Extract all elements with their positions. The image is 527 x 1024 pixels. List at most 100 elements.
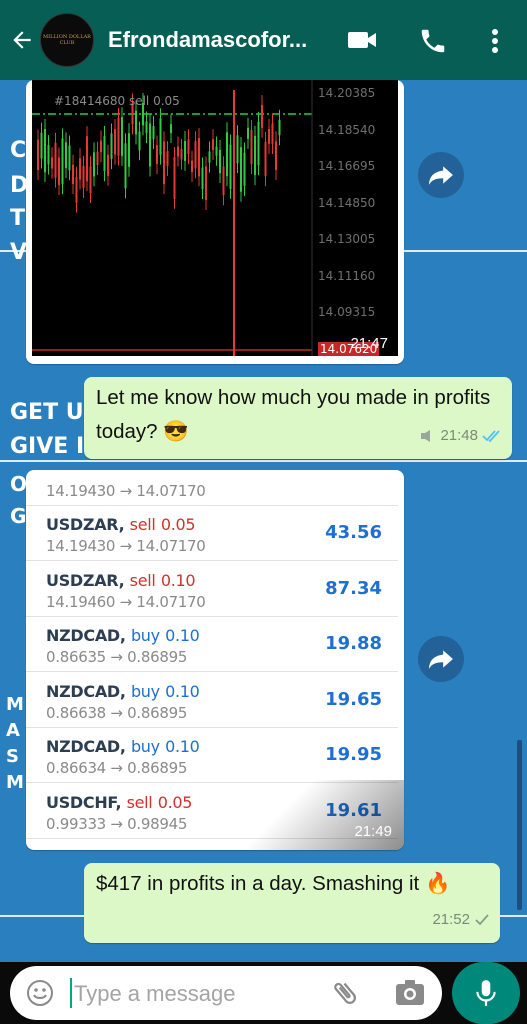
trade-prices: 0.99333 → 0.98945 [46,814,188,833]
chart-image-message[interactable]: #18414680 sell 0.05 14.20385 14.18540 14.1… [26,80,404,364]
message-time: 21:48 [440,427,478,444]
single-check-icon [475,914,489,926]
message-time: 21:52 [432,911,470,928]
candle-body [180,148,183,160]
trade-row: USDZAR, sell 0.05 14.19430 → 14.07170 43.5… [26,505,398,561]
contact-name[interactable]: Efrondamascofor... [108,27,336,53]
trade-row: USDZAR, sell 0.10 14.19460 → 14.07170 87.3… [26,561,398,617]
candle-body [149,123,151,167]
trade-prices: 14.19430 → 14.07170 [46,482,206,500]
scrollbar[interactable] [517,740,522,910]
candle-body [100,140,102,153]
price-level-label: 14.14850 [318,195,376,210]
candle-body [68,145,71,171]
trades-image-message[interactable]: 14.19430 → 14.0717043.56USDZAR, sell 0.0… [26,470,404,850]
text-cursor [70,978,72,1008]
candle-body [107,154,109,176]
candle-body [159,118,162,155]
candle-body [121,117,123,156]
candle-body [201,167,204,190]
forward-button[interactable] [418,152,464,198]
candle-body [82,165,85,188]
avatar-logo-text: MILLION DOLLAR CLUB [43,34,91,46]
candle-body [156,145,158,165]
candle-body [72,164,74,185]
trade-symbol: NZDCAD, [46,737,126,756]
candle-body [58,157,60,186]
candle-body [86,136,88,182]
video-call-icon [348,32,376,48]
background-letter: M [6,694,24,715]
camera-icon[interactable] [394,978,426,1008]
price-level-label: 14.20385 [318,86,376,100]
background-divider [0,460,527,462]
candle-body [145,121,148,134]
candle-body [110,133,113,160]
candle-body [247,127,249,139]
trade-profit: 19.88 [325,633,382,654]
candle-body [236,135,239,164]
candle-body [75,176,78,203]
candle-body [47,145,50,165]
voice-call-button[interactable] [418,26,448,61]
voice-record-button[interactable] [452,962,520,1024]
speaker-icon [421,430,431,442]
background-letter: T [10,206,26,231]
avatar[interactable]: MILLION DOLLAR CLUB [40,13,94,67]
candle-body [229,144,232,189]
outgoing-message[interactable]: Let me know how much you made in profits… [84,377,512,459]
candle-body [212,139,214,151]
trade-side: sell [126,792,153,812]
trade-lots: 0.05 [157,792,193,812]
more-options-icon [492,29,498,53]
trade-symbol: USDZAR, [46,570,125,590]
trade-profit: 43.56 [325,522,382,543]
message-meta: 21:48 [420,419,502,453]
candle-body [177,146,179,157]
emoji-icon[interactable] [26,979,54,1007]
candle-body [170,124,172,134]
forward-button[interactable] [418,636,464,682]
forward-icon [429,650,453,669]
candle-body [93,152,95,177]
candle-body [264,141,267,177]
trade-side: buy [130,626,160,645]
candle-body [205,166,207,201]
candle-body [51,157,53,169]
trade-symbol: NZDCAD, [46,626,126,645]
candle-body [163,141,165,185]
chat-header: MILLION DOLLAR CLUB Efrondamascofor... [0,0,527,80]
candle-body [135,110,137,135]
background-letter: M [6,772,24,793]
back-button[interactable] [8,26,36,54]
candle-body [54,142,57,178]
candle-body [114,129,116,155]
trade-side: buy [130,737,160,756]
candle-body [194,141,197,169]
candle-body [275,141,277,170]
candle-body [278,119,281,136]
background-letter: O [10,472,28,496]
candle-body [138,131,141,151]
candle-body [128,133,130,167]
candle-body [79,158,81,180]
trade-symbol-line: NZDCAD, buy 0.10 [46,737,200,756]
trade-lots: 0.05 [160,515,196,534]
video-call-button[interactable] [346,26,378,59]
candle-body [271,123,274,144]
back-arrow-icon [13,31,31,49]
background-letter: S [6,746,19,767]
candle-body [261,105,263,128]
candle-body [208,151,211,163]
candle-body [61,138,64,185]
trade-prices: 0.86638 → 0.86895 [46,703,188,722]
candle-body [198,138,200,177]
candle-body [152,126,155,140]
trade-lots: 0.10 [165,681,200,701]
price-level-label: 14.18540 [318,122,376,137]
more-options-button[interactable] [486,26,504,61]
attach-icon[interactable] [330,978,360,1008]
message-input[interactable]: Type a message [10,966,442,1020]
trade-prices: 0.86634 → 0.86895 [46,759,188,777]
outgoing-message[interactable]: $417 in profits in a day. Smashing it 🔥 … [84,863,500,943]
